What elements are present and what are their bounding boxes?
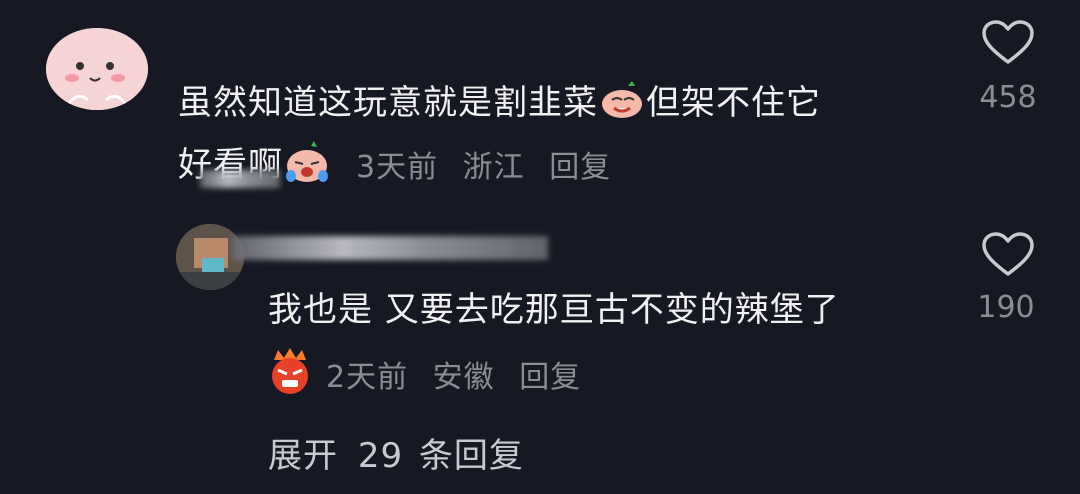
angry-emoji-icon xyxy=(266,348,314,400)
blurred-overlay xyxy=(200,170,280,188)
reply-time: 2天前 xyxy=(326,360,409,395)
comment-time: 3天前 xyxy=(356,150,439,185)
comment-text-part2: 但架不住它 xyxy=(646,83,821,123)
leek-emoji-icon xyxy=(598,80,646,129)
like-count: 458 xyxy=(979,80,1037,115)
reply-text: 我也是 又要去吃那亘古不变的辣堡了 xyxy=(268,290,840,330)
commenter-avatar[interactable] xyxy=(46,28,148,110)
crying-emoji-icon xyxy=(283,140,331,193)
blurred-username xyxy=(232,236,548,260)
expand-replies-button[interactable]: 展开 29 条回复 xyxy=(268,428,524,477)
heart-outline-icon[interactable] xyxy=(982,20,1034,66)
like-count: 190 xyxy=(977,290,1035,325)
reply-button[interactable]: 回复 xyxy=(519,360,581,395)
comment-text-part1: 虽然知道这玩意就是割韭菜 xyxy=(178,83,598,123)
comment-meta: 3天前 浙江 回复 xyxy=(356,142,611,186)
heart-outline-icon[interactable] xyxy=(982,232,1034,278)
expand-count: 29 xyxy=(357,436,404,476)
expand-prefix: 展开 xyxy=(268,436,338,476)
like-button[interactable] xyxy=(982,20,1034,70)
comment-location: 浙江 xyxy=(462,150,525,185)
comment-text: 虽然知道这玩意就是割韭菜 但架不住它 xyxy=(178,80,938,129)
like-button[interactable] xyxy=(982,232,1034,282)
reply-meta: 2天前 安徽 回复 xyxy=(326,352,581,396)
expand-suffix: 条回复 xyxy=(418,436,524,476)
reply-button[interactable]: 回复 xyxy=(549,150,611,185)
reply-location: 安徽 xyxy=(432,360,495,395)
